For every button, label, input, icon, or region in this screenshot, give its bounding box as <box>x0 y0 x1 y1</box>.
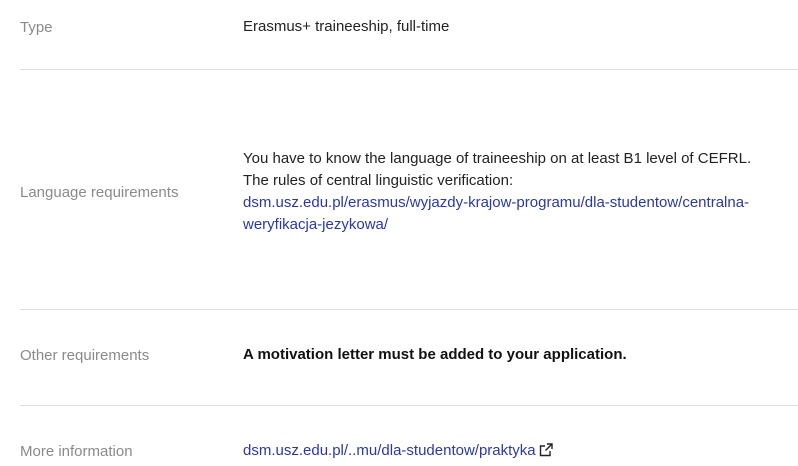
other-requirements-label: Other requirements <box>20 346 150 364</box>
row-divider <box>20 405 798 406</box>
type-row: Type Erasmus+ traineeship, full-time <box>20 12 798 42</box>
language-requirements-label: Language requirements <box>20 183 179 201</box>
motivation-letter-text: A motivation letter must be added to you… <box>243 346 627 363</box>
type-value: Erasmus+ traineeship, full-time <box>243 18 450 35</box>
type-label: Type <box>20 18 53 36</box>
language-verification-link[interactable]: dsm.usz.edu.pl/erasmus/wyjazdy-krajow-pr… <box>243 194 749 233</box>
row-divider <box>20 69 798 70</box>
verification-rules-text: The rules of central linguistic verifica… <box>243 172 514 189</box>
offer-details-table: Type Erasmus+ traineeship, full-time Lan… <box>0 0 798 462</box>
other-requirements-row: Other requirements A motivation letter m… <box>20 340 798 370</box>
language-requirements-row: Language requirements You have to know t… <box>20 112 798 272</box>
language-requirements-value: You have to know the language of trainee… <box>243 148 798 236</box>
more-information-label: More information <box>20 442 133 460</box>
external-link-icon[interactable] <box>539 443 553 457</box>
other-requirements-value: A motivation letter must be added to you… <box>243 344 798 366</box>
language-level-text: You have to know the language of trainee… <box>243 150 752 167</box>
row-divider <box>20 309 798 310</box>
more-information-link[interactable]: dsm.usz.edu.pl/..mu/dla-studentow/prakty… <box>243 442 553 459</box>
more-information-value: dsm.usz.edu.pl/..mu/dla-studentow/prakty… <box>243 440 798 462</box>
more-information-link-text[interactable]: dsm.usz.edu.pl/..mu/dla-studentow/prakty… <box>243 442 536 459</box>
